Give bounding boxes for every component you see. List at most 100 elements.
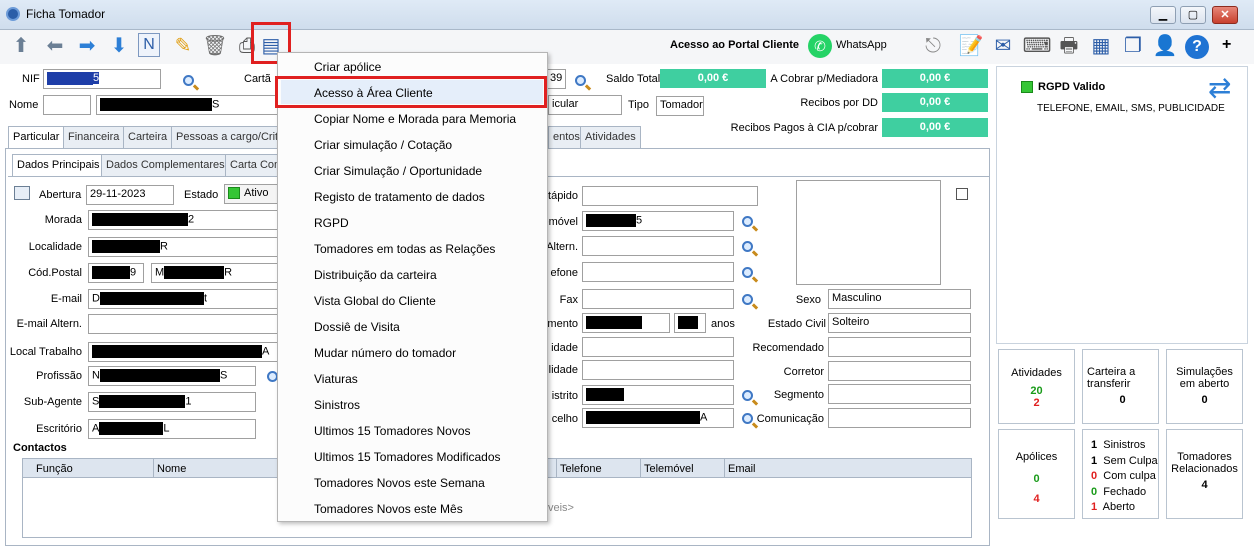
- tab-pessoas-a-cargo[interactable]: Pessoas a cargo/Crit: [171, 126, 278, 148]
- user-icon[interactable]: 👤: [1152, 33, 1178, 59]
- rapido-field[interactable]: [582, 186, 758, 206]
- report-icon[interactable]: ▦: [1088, 33, 1114, 59]
- col-telemovel[interactable]: Telemóvel: [644, 463, 694, 475]
- whatsapp-icon[interactable]: ✆: [808, 34, 832, 58]
- menu-item-mudar-numero[interactable]: Mudar número do tomador: [314, 346, 456, 360]
- edit-icon[interactable]: ✎: [170, 33, 196, 59]
- email-field[interactable]: Dt: [88, 289, 278, 309]
- menu-item-distribuicao-carteira[interactable]: Distribuição da carteira: [314, 268, 437, 282]
- calendar-icon[interactable]: [14, 186, 30, 200]
- abertura-field[interactable]: 29-11-2023: [86, 185, 174, 205]
- nome-title-field[interactable]: [43, 95, 91, 115]
- estado-field[interactable]: Ativo: [224, 184, 278, 204]
- escritorio-field[interactable]: AL: [88, 419, 256, 439]
- col-funcao[interactable]: Função: [36, 463, 73, 475]
- tab-atividades[interactable]: Atividades: [580, 126, 641, 148]
- new-document-icon[interactable]: N: [138, 33, 160, 57]
- menu-item-vista-global[interactable]: Vista Global do Cliente: [314, 294, 436, 308]
- close-button[interactable]: ✕: [1212, 6, 1238, 24]
- menu-item-registo-tratamento[interactable]: Registo de tratamento de dados: [314, 190, 485, 204]
- menu-item-acesso-area-cliente[interactable]: Acesso à Área Cliente: [314, 86, 433, 100]
- codpostal-locality-field[interactable]: MR: [151, 263, 278, 283]
- portal-cliente-label[interactable]: Acesso ao Portal Cliente: [670, 39, 799, 51]
- up-arrow-icon[interactable]: ⬆: [8, 33, 34, 59]
- menu-item-criar-apolice[interactable]: Criar apólice: [314, 60, 381, 74]
- estado-civil-field[interactable]: Solteiro: [828, 313, 971, 333]
- scanner-icon[interactable]: ⌨: [1023, 33, 1052, 59]
- subagente-field[interactable]: S1: [88, 392, 256, 412]
- distrito-field[interactable]: [582, 385, 734, 405]
- tipo-pessoa-field[interactable]: icular: [548, 95, 622, 115]
- sexo-field[interactable]: Masculino: [828, 289, 971, 309]
- photo-frame[interactable]: [796, 180, 941, 285]
- maximize-button[interactable]: ▢: [1180, 6, 1206, 24]
- notepad-icon[interactable]: 📝: [958, 33, 984, 59]
- menu-item-ultimos-novos[interactable]: Ultimos 15 Tomadores Novos: [314, 424, 471, 438]
- morada-field[interactable]: 2: [88, 210, 278, 230]
- concelho-field[interactable]: A: [582, 408, 734, 428]
- cartao-search-icon[interactable]: [572, 72, 588, 88]
- menu-item-rgpd[interactable]: RGPD: [314, 216, 349, 230]
- telemovel-field[interactable]: 5: [582, 211, 734, 231]
- telefone-search-icon[interactable]: [739, 264, 755, 280]
- menu-item-viaturas[interactable]: Viaturas: [314, 372, 358, 386]
- telefone-field[interactable]: [582, 262, 734, 282]
- idade-field[interactable]: [582, 337, 734, 357]
- cartao-field[interactable]: 39: [546, 69, 566, 89]
- col-telefone[interactable]: Telefone: [560, 463, 602, 475]
- tab-financeira[interactable]: Financeira: [63, 126, 125, 148]
- fax-field[interactable]: [582, 289, 734, 309]
- trash-icon[interactable]: 🗑: [202, 33, 228, 59]
- minimize-button[interactable]: ▁: [1150, 6, 1176, 24]
- nascimento-field[interactable]: [582, 313, 670, 333]
- comunicacao-field[interactable]: [828, 408, 971, 428]
- tipo-field[interactable]: Tomador: [656, 96, 704, 116]
- apolices-box[interactable]: Apólices 0 4: [998, 429, 1075, 519]
- menu-item-novos-mes[interactable]: Tomadores Novos este Mês: [314, 502, 463, 516]
- simulacoes-box[interactable]: Simulações em aberto 0: [1166, 349, 1243, 424]
- altern-field[interactable]: [582, 236, 734, 256]
- fax-search-icon[interactable]: [739, 291, 755, 307]
- menu-item-criar-simulacao-oportunidade[interactable]: Criar Simulação / Oportunidade: [314, 164, 482, 178]
- tab-carteira[interactable]: Carteira: [123, 126, 173, 148]
- subtab-carta-con[interactable]: Carta Con: [225, 154, 278, 176]
- atividades-box[interactable]: Atividades 20 2: [998, 349, 1075, 424]
- codpostal-field[interactable]: 9: [88, 263, 144, 283]
- nif-field[interactable]: 5: [43, 69, 161, 89]
- menu-item-tomadores-relacoes[interactable]: Tomadores em todas as Relações: [314, 242, 495, 256]
- carteira-box[interactable]: Carteira a transferir 0: [1082, 349, 1159, 424]
- menu-item-dossie-visita[interactable]: Dossiê de Visita: [314, 320, 400, 334]
- menu-item-sinistros[interactable]: Sinistros: [314, 398, 360, 412]
- email-alt-field[interactable]: [88, 314, 278, 334]
- menu-item-criar-simulacao-cotacao[interactable]: Criar simulação / Cotação: [314, 138, 452, 152]
- sinistros-box[interactable]: 1 Sinistros 1 Sem Culpa 0 Com culpa 0 Fe…: [1082, 429, 1159, 519]
- localidade-field[interactable]: R: [88, 237, 278, 257]
- email-icon[interactable]: ✉: [990, 33, 1016, 59]
- profissao-field[interactable]: NS: [88, 366, 256, 386]
- telemovel-search-icon[interactable]: [739, 213, 755, 229]
- corretor-field[interactable]: [828, 361, 971, 381]
- menu-item-novos-semana[interactable]: Tomadores Novos este Semana: [314, 476, 485, 490]
- altern-search-icon[interactable]: [739, 238, 755, 254]
- help-icon[interactable]: ?: [1185, 35, 1209, 59]
- exit-icon[interactable]: ⎋: [920, 33, 946, 59]
- nome-field[interactable]: S: [96, 95, 278, 115]
- printer-icon[interactable]: 🖶: [1056, 33, 1082, 59]
- left-arrow-icon[interactable]: ⬅: [42, 33, 68, 59]
- right-arrow-icon[interactable]: ➡: [74, 33, 100, 59]
- down-arrow-icon[interactable]: ⬇: [106, 33, 132, 59]
- subtab-dados-complementares[interactable]: Dados Complementares: [101, 154, 230, 176]
- plus-button[interactable]: +: [1222, 36, 1231, 54]
- local-trabalho-field[interactable]: A: [88, 342, 278, 362]
- refresh-icon[interactable]: ⇄: [1208, 74, 1231, 102]
- subtab-dados-principais[interactable]: Dados Principais: [12, 154, 105, 176]
- menu-item-copiar-nome-morada[interactable]: Copiar Nome e Morada para Memoria: [314, 112, 516, 126]
- col-nome[interactable]: Nome: [157, 463, 186, 475]
- segmento-field[interactable]: [828, 384, 971, 404]
- relacionados-box[interactable]: Tomadores Relacionados 4: [1166, 429, 1243, 519]
- whatsapp-label[interactable]: WhatsApp: [836, 39, 887, 51]
- nif-search-icon[interactable]: [180, 72, 196, 88]
- documents-icon[interactable]: ❐: [1120, 33, 1146, 59]
- col-email[interactable]: Email: [728, 463, 756, 475]
- menu-item-ultimos-modificados[interactable]: Ultimos 15 Tomadores Modificados: [314, 450, 501, 464]
